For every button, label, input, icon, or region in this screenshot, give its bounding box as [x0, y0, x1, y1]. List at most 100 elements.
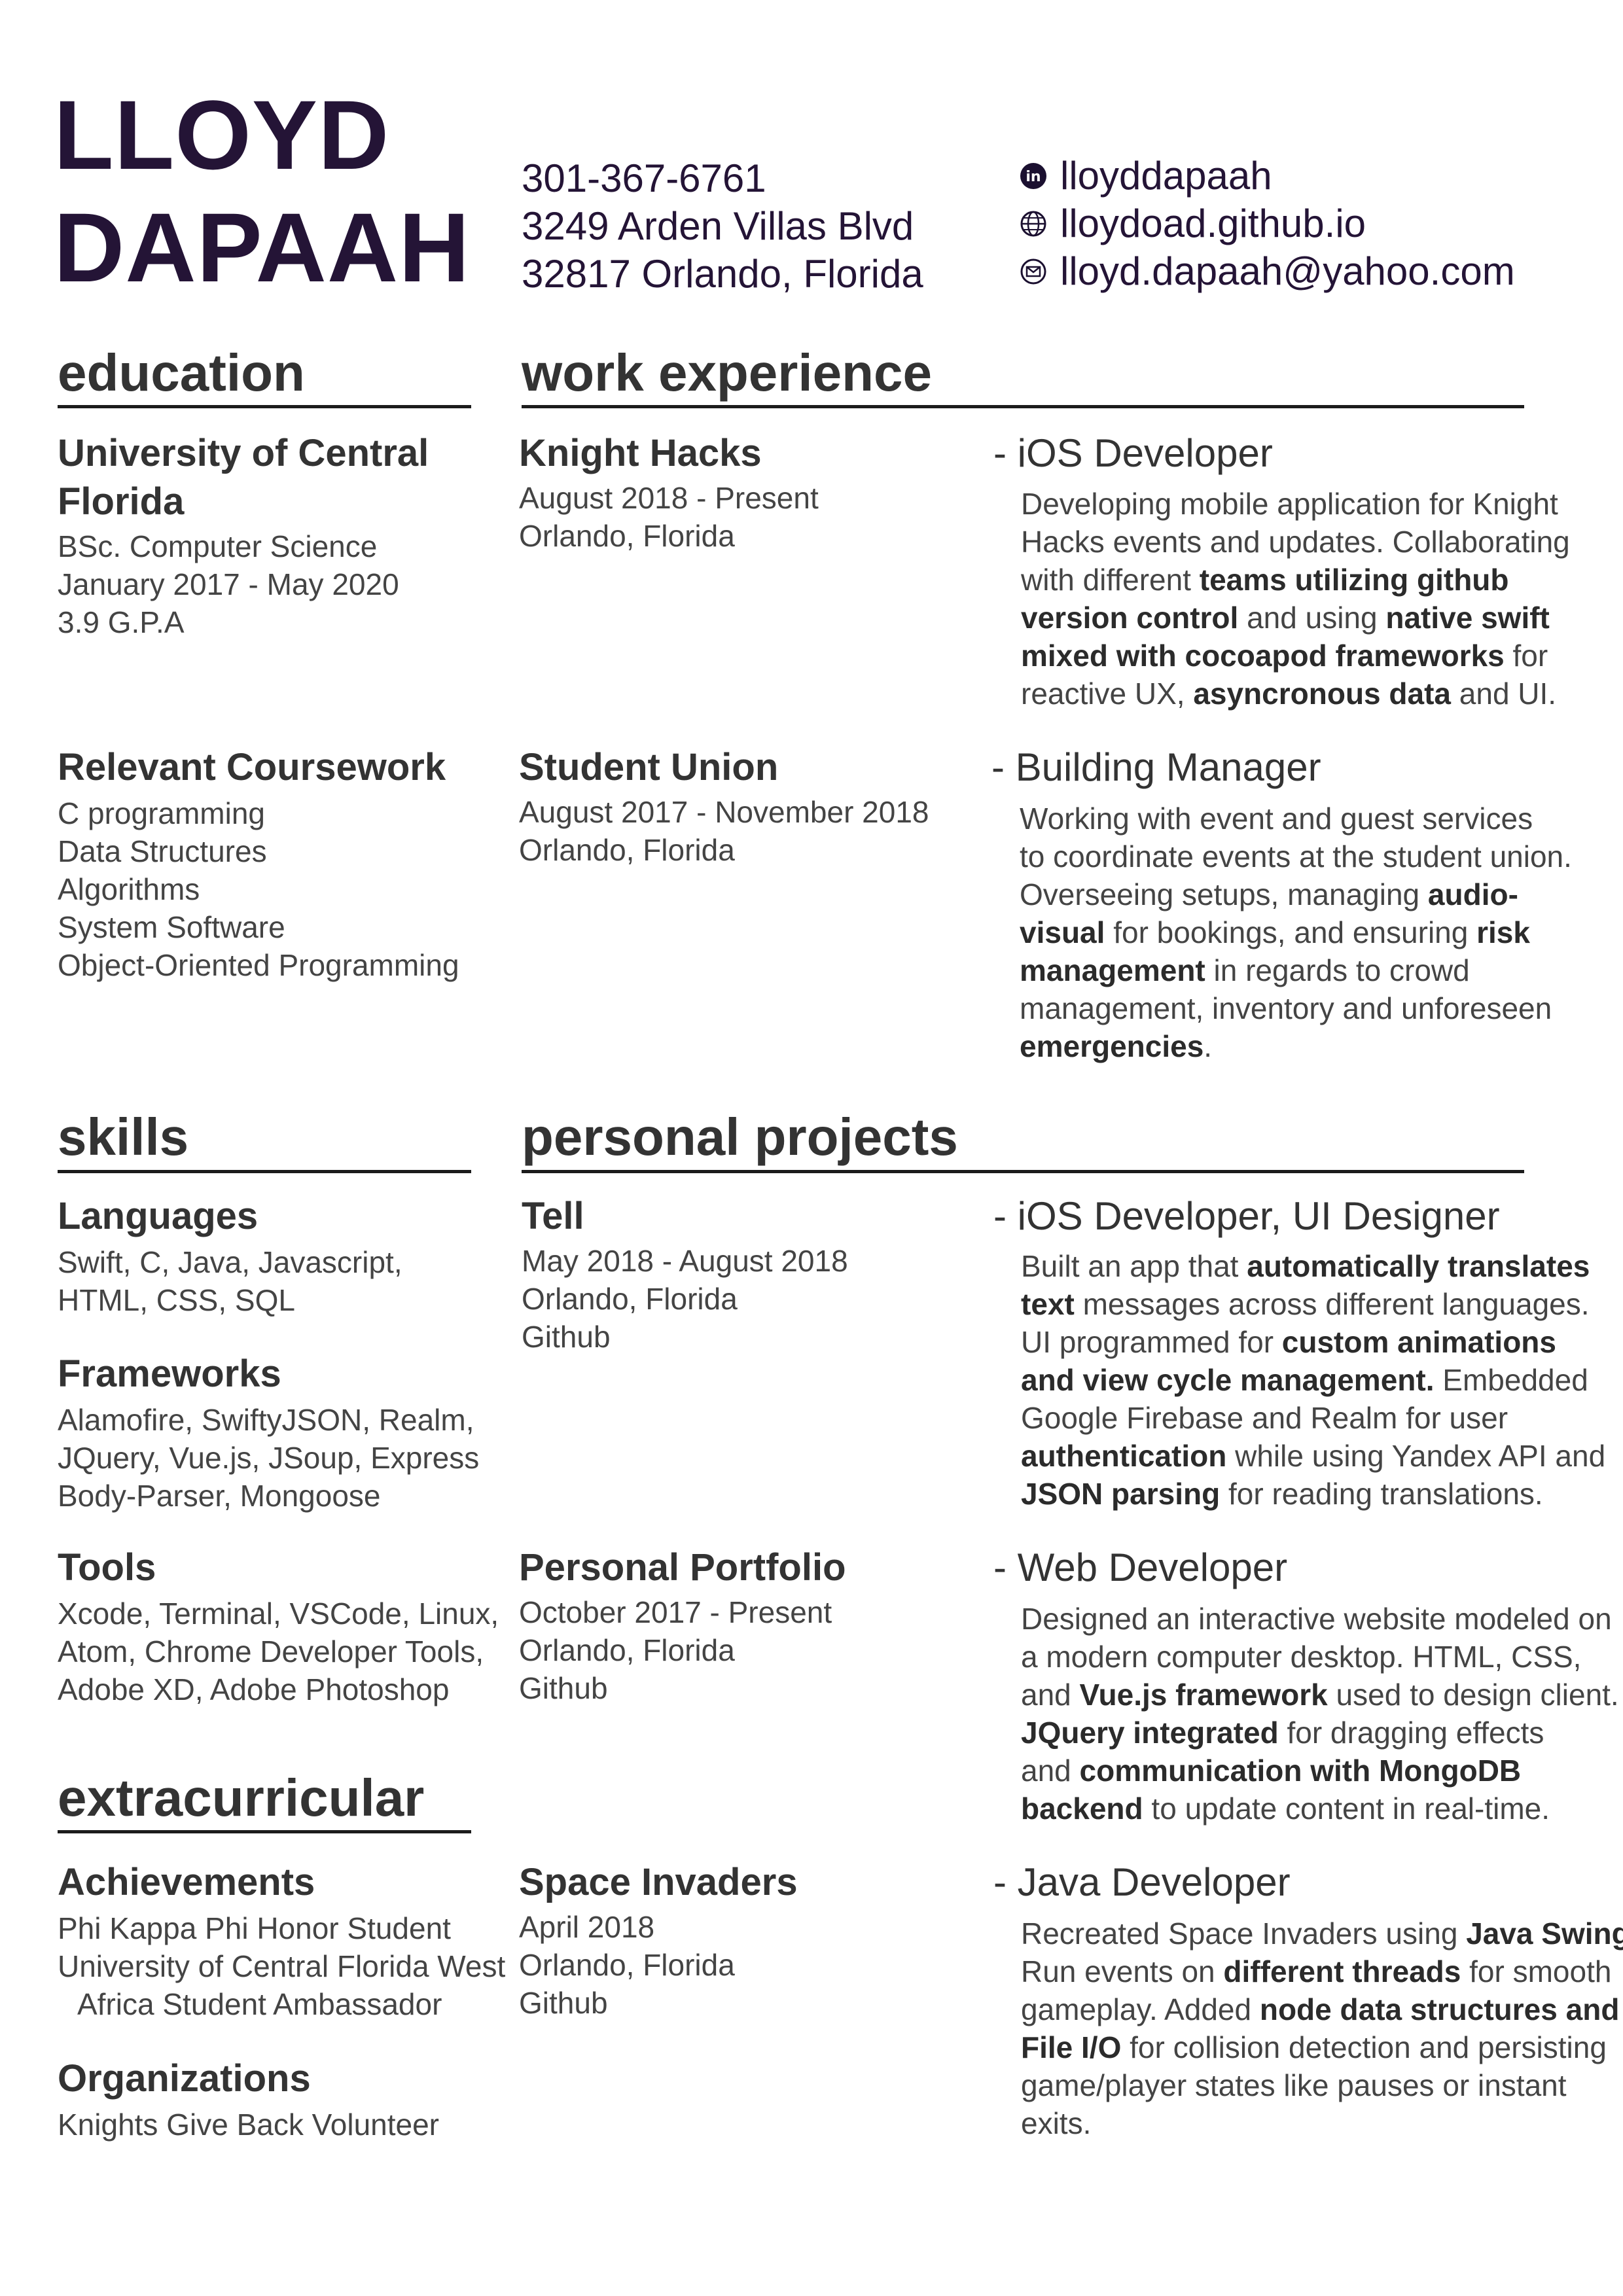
project-github-link[interactable]: Github: [522, 1318, 848, 1356]
description-line: Recreated Space Invaders using Java Swin…: [1021, 1915, 1623, 1952]
description-text: with different: [1021, 563, 1200, 597]
course-item: System Software: [58, 910, 285, 944]
description-highlight: management: [1020, 953, 1205, 987]
organizations-heading: Organizations: [58, 2057, 311, 2100]
job-description: Working with event and guest services to …: [1020, 800, 1572, 1065]
description-highlight: different threads: [1223, 1954, 1461, 1988]
education-heading: education: [58, 344, 305, 402]
project-name: Personal Portfolio: [519, 1546, 846, 1589]
description-line: text messages across different languages…: [1021, 1285, 1605, 1323]
description-text: while using Yandex API and: [1226, 1439, 1606, 1473]
project-role: - iOS Developer, UI Designer: [993, 1194, 1500, 1238]
description-highlight: JSON parsing: [1021, 1477, 1221, 1511]
work-experience-divider: [522, 405, 1524, 408]
achievements-heading: Achievements: [58, 1861, 315, 1903]
description-highlight: automatically translates: [1247, 1249, 1590, 1283]
project-entry: Space Invaders April 2018 Orlando, Flori…: [519, 1858, 798, 2022]
achievements-section: Achievements Phi Kappa Phi Honor Student…: [58, 1858, 505, 2023]
tools-line: Atom, Chrome Developer Tools,: [58, 1634, 484, 1669]
education-entry: University of Central Florida BSc. Compu…: [58, 429, 429, 641]
frameworks-line: Alamofire, SwiftyJSON, Realm,: [58, 1403, 474, 1437]
personal-projects-divider: [522, 1170, 1524, 1173]
candidate-name: LLOYD DAPAAH: [54, 79, 471, 304]
frameworks-heading: Frameworks: [58, 1352, 281, 1395]
description-line: Google Firebase and Realm for user: [1021, 1399, 1605, 1437]
course-item: Algorithms: [58, 872, 200, 906]
description-highlight: asyncronous data: [1193, 677, 1451, 711]
tools-line: Xcode, Terminal, VSCode, Linux,: [58, 1597, 499, 1631]
job-dates: August 2017 - November 2018: [519, 795, 929, 829]
linkedin-handle[interactable]: lloyddapaah: [1060, 152, 1272, 200]
description-text: Embedded: [1434, 1363, 1588, 1397]
description-highlight: custom animations: [1281, 1325, 1556, 1359]
description-text: gameplay. Added: [1021, 1992, 1260, 2026]
personal-projects-heading: personal projects: [522, 1108, 958, 1166]
project-location: Orlando, Florida: [519, 1948, 735, 1982]
description-line: game/player states like pauses or instan…: [1021, 2066, 1623, 2104]
project-description: Designed an interactive website modeled …: [1021, 1600, 1619, 1828]
description-highlight: communication with MongoDB: [1079, 1754, 1522, 1788]
organization-item: Knights Give Back Volunteer: [58, 2108, 439, 2142]
project-entry: Personal Portfolio October 2017 - Presen…: [519, 1544, 846, 1707]
project-github-link[interactable]: Github: [519, 1984, 798, 2022]
website-row[interactable]: lloydoad.github.io: [1020, 200, 1515, 247]
first-name: LLOYD: [54, 80, 390, 190]
description-line: a modern computer desktop. HTML, CSS,: [1021, 1638, 1619, 1676]
course-item: C programming: [58, 796, 265, 830]
course-item: Object-Oriented Programming: [58, 948, 459, 982]
description-line: File I/O for collision detection and per…: [1021, 2028, 1623, 2066]
project-description: Built an app that automatically translat…: [1021, 1247, 1605, 1513]
extracurricular-heading: extracurricular: [58, 1769, 425, 1827]
degree: BSc. Computer Science: [58, 529, 378, 563]
description-highlight: teams utilizing github: [1199, 563, 1509, 597]
email-address[interactable]: lloyd.dapaah@yahoo.com: [1060, 247, 1515, 295]
job-role: - Building Manager: [991, 745, 1321, 789]
job-location: Orlando, Florida: [519, 833, 735, 867]
project-dates: April 2018: [519, 1910, 655, 1944]
description-line: authentication while using Yandex API an…: [1021, 1437, 1605, 1475]
description-line: backend to update content in real-time.: [1021, 1790, 1619, 1828]
description-text: Recreated Space Invaders using: [1021, 1916, 1467, 1951]
description-line: and communication with MongoDB: [1021, 1752, 1619, 1790]
education-divider: [58, 405, 471, 408]
description-highlight: Java Swing: [1466, 1916, 1623, 1951]
description-text: and: [1021, 1678, 1080, 1712]
description-text: to update content in real-time.: [1143, 1792, 1550, 1826]
description-line: Overseeing setups, managing audio-: [1020, 875, 1572, 913]
description-text: Developing mobile application for Knight: [1021, 487, 1558, 521]
job-description: Developing mobile application for Knight…: [1021, 485, 1570, 713]
description-text: for smooth: [1461, 1954, 1612, 1988]
address-line-2: 32817 Orlando, Florida: [522, 252, 923, 296]
description-highlight: authentication: [1021, 1439, 1227, 1473]
description-highlight: risk: [1476, 915, 1530, 949]
globe-icon: [1020, 210, 1047, 238]
description-text: Built an app that: [1021, 1249, 1247, 1283]
project-github-link[interactable]: Github: [519, 1669, 846, 1707]
description-text: Designed an interactive website modeled …: [1021, 1602, 1612, 1636]
description-text: a modern computer desktop. HTML, CSS,: [1021, 1640, 1582, 1674]
description-highlight: native swift: [1385, 601, 1550, 635]
description-text: used to design client.: [1327, 1678, 1619, 1712]
tools-line: Adobe XD, Adobe Photoshop: [58, 1672, 450, 1706]
description-line: reactive UX, asyncronous data and UI.: [1021, 675, 1570, 713]
email-row[interactable]: lloyd.dapaah@yahoo.com: [1020, 247, 1515, 295]
description-line: mixed with cocoapod frameworks for: [1021, 637, 1570, 675]
description-text: UI programmed for: [1021, 1325, 1282, 1359]
course-item: Data Structures: [58, 834, 267, 868]
contact-info: 301-367-6761 3249 Arden Villas Blvd 3281…: [522, 154, 923, 298]
description-text: and UI.: [1451, 677, 1557, 711]
linkedin-row[interactable]: in lloyddapaah: [1020, 152, 1515, 200]
description-text: and using: [1238, 601, 1386, 635]
website-url[interactable]: lloydoad.github.io: [1060, 200, 1366, 247]
description-line: Developing mobile application for Knight: [1021, 485, 1570, 523]
project-entry: Tell May 2018 - August 2018 Orlando, Flo…: [522, 1192, 848, 1356]
organizations-section: Organizations Knights Give Back Voluntee…: [58, 2055, 439, 2144]
project-name: Space Invaders: [519, 1861, 798, 1903]
school-name-line-2: Florida: [58, 480, 185, 523]
description-line: to coordinate events at the student unio…: [1020, 838, 1572, 875]
description-line: Working with event and guest services: [1020, 800, 1572, 838]
job-entry: Student Union August 2017 - November 201…: [519, 743, 929, 869]
languages-heading: Languages: [58, 1195, 259, 1237]
project-dates: May 2018 - August 2018: [522, 1244, 848, 1278]
description-highlight: emergencies: [1020, 1029, 1204, 1063]
